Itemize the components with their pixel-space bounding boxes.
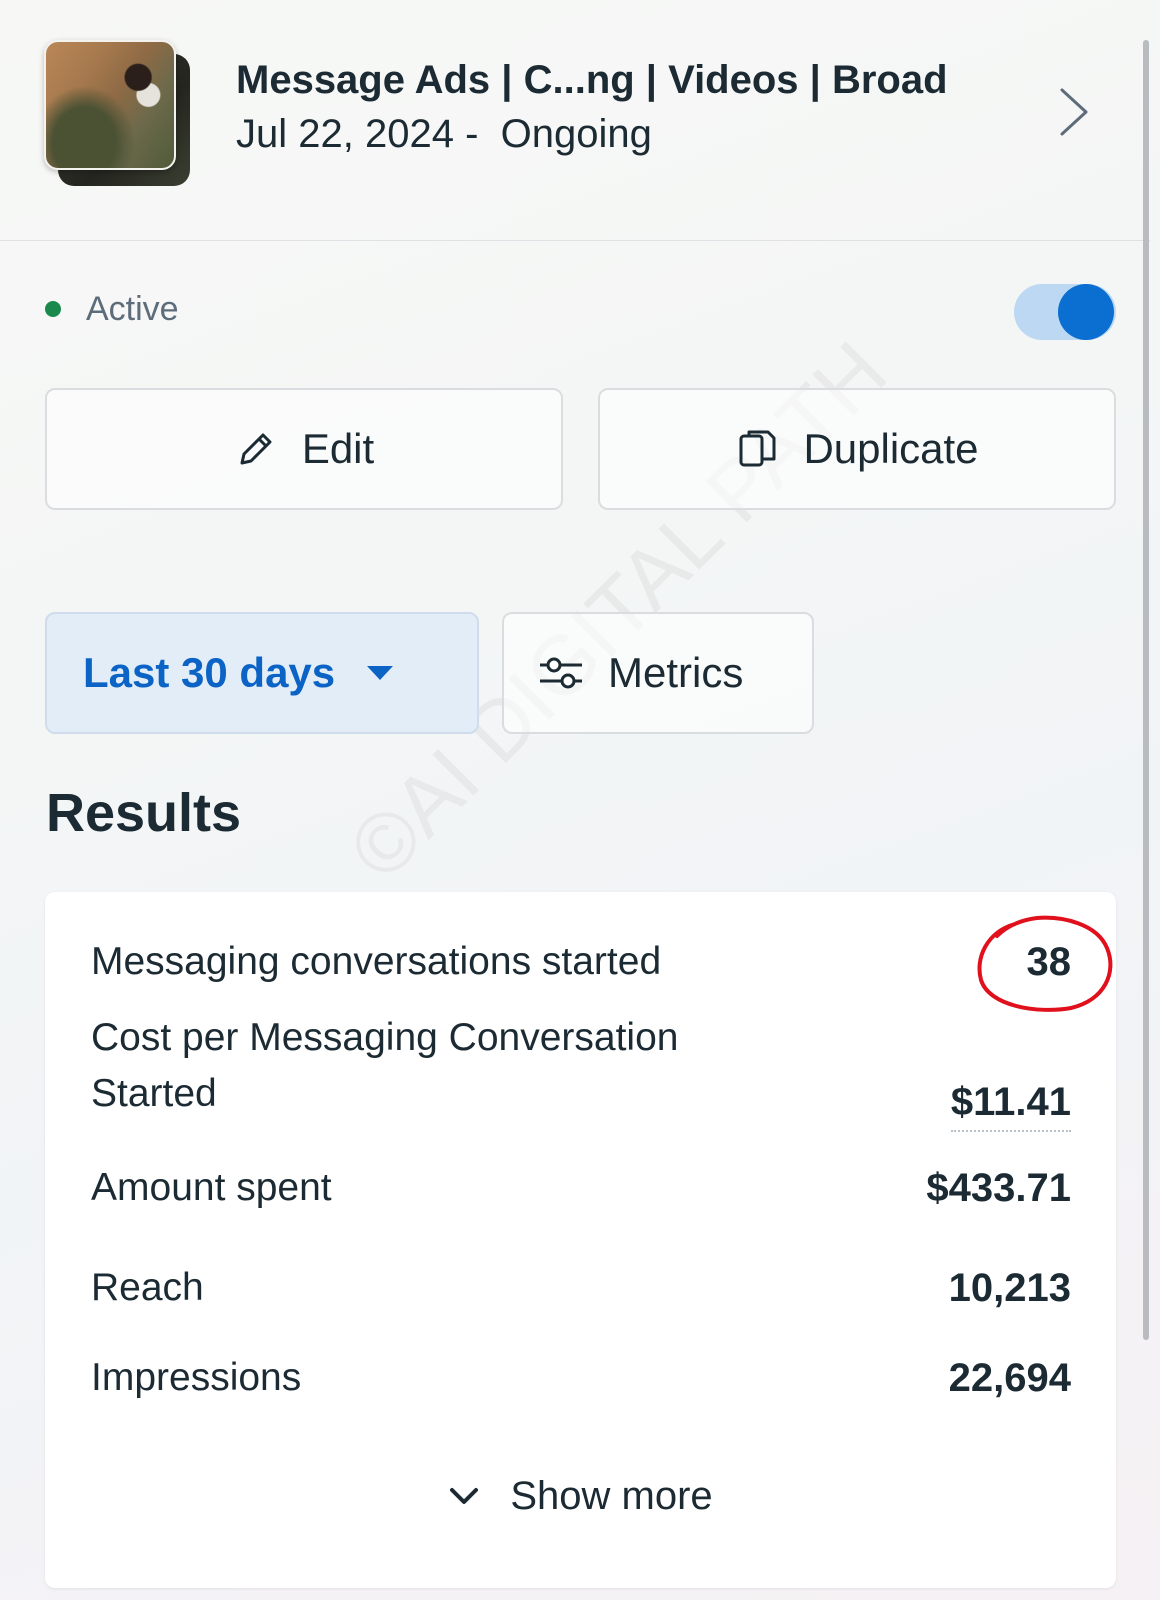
metric-label: Cost per Messaging Conversation Started [91, 1016, 679, 1115]
metric-row-impressions[interactable]: Impressions 22,694 [91, 1350, 1071, 1410]
metric-label: Reach [91, 1266, 204, 1309]
metric-row-reach[interactable]: Reach 10,213 [91, 1260, 1071, 1320]
metric-label: Messaging conversations started [91, 940, 662, 983]
results-heading: Results [46, 783, 242, 843]
copy-icon [735, 427, 779, 471]
metric-value: 10,213 [948, 1266, 1071, 1310]
metric-row-conversations[interactable]: Messaging conversations started 38 [91, 934, 1071, 994]
chevron-right-icon[interactable] [1056, 84, 1096, 140]
campaign-header[interactable]: Message Ads | C...ng | Videos | Broad Ju… [0, 0, 1150, 241]
campaign-title: Message Ads | C...ng | Videos | Broad [236, 58, 948, 102]
duplicate-button[interactable]: Duplicate [598, 388, 1116, 510]
pencil-icon [234, 427, 278, 471]
status-dot [45, 301, 61, 317]
sliders-icon [538, 653, 584, 693]
status-label: Active [86, 290, 179, 328]
date-range-label: Last 30 days [83, 649, 336, 696]
metric-row-amount-spent[interactable]: Amount spent $433.71 [91, 1160, 1071, 1220]
metric-label: Amount spent [91, 1166, 332, 1209]
edit-label: Edit [301, 425, 375, 472]
thumbnail-image [44, 40, 176, 170]
show-more-button[interactable]: Show more [45, 1464, 1116, 1528]
chevron-down-icon [448, 1485, 480, 1507]
results-card: Messaging conversations started 38 Cost … [45, 892, 1116, 1588]
toggle-knob [1058, 284, 1114, 340]
metrics-label: Metrics [608, 649, 744, 696]
ad-thumbnail [44, 40, 194, 188]
show-more-label: Show more [510, 1473, 713, 1518]
active-toggle[interactable] [1014, 284, 1116, 340]
metric-label: Impressions [91, 1356, 302, 1399]
edit-button[interactable]: Edit [45, 388, 563, 510]
campaign-date-range: Jul 22, 2024 - Ongoing [236, 112, 652, 156]
date-range-dropdown[interactable]: Last 30 days [45, 612, 479, 734]
highlight-circle-annotation [977, 915, 1113, 1012]
metrics-button[interactable]: Metrics [502, 612, 814, 734]
metric-row-cost-per-conversation[interactable]: Cost per Messaging Conversation Started … [91, 1010, 1071, 1140]
scrollbar[interactable] [1143, 40, 1149, 1340]
caret-down-icon [367, 666, 394, 680]
metric-value: 22,694 [948, 1356, 1071, 1400]
metric-value: $433.71 [926, 1166, 1071, 1210]
metric-value: $11.41 [950, 1074, 1071, 1132]
duplicate-label: Duplicate [803, 425, 979, 472]
